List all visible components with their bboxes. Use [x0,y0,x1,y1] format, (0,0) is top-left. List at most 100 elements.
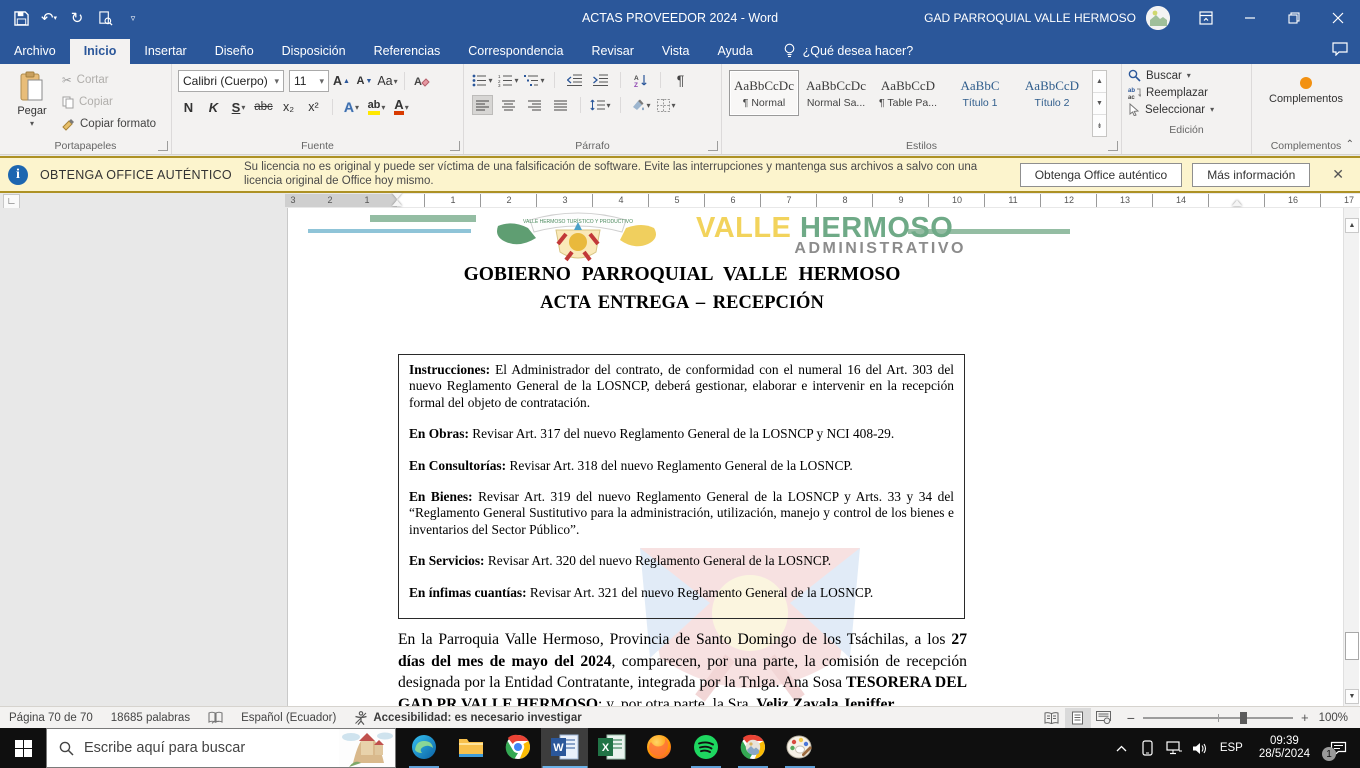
shrink-font-button[interactable]: A ▼ [354,71,375,91]
dismiss-warning-icon[interactable]: ✕ [1324,166,1352,183]
save-icon[interactable] [8,5,34,31]
right-indent-marker[interactable] [1232,200,1242,206]
tab-selector[interactable]: ∟ [3,194,20,209]
styles-gallery-scroll[interactable]: ▲ ▼ ⇟ [1092,70,1107,137]
paste-dropdown-icon[interactable]: ▾ [30,119,34,128]
select-button[interactable]: Seleccionar ▾ [1128,103,1245,116]
page-indicator[interactable]: Página 70 de 70 [0,707,102,728]
volume-icon[interactable] [1188,728,1212,768]
taskbar-app-edge[interactable] [400,728,447,768]
document-heading-1[interactable]: GOBIERNO PARROQUIAL VALLE HERMOSO [398,264,966,286]
shading-button[interactable]: ▾ [630,95,651,115]
tab-archivo[interactable]: Archivo [0,39,70,64]
print-layout-view-icon[interactable] [1064,707,1091,728]
subscript-button[interactable]: x₂ [278,97,299,117]
addins-button[interactable]: Complementos [1256,67,1356,137]
align-left-button[interactable] [472,95,493,115]
taskbar-app-spotify[interactable] [682,728,729,768]
phone-link-icon[interactable] [1136,728,1160,768]
get-office-button[interactable]: Obtenga Office auténtico [1019,162,1183,187]
start-button[interactable] [0,728,46,768]
zoom-slider[interactable] [1142,711,1293,724]
increase-indent-button[interactable] [590,70,611,90]
action-center-icon[interactable]: 1 [1320,728,1356,768]
web-layout-view-icon[interactable] [1091,708,1117,728]
bullets-button[interactable]: ▾ [472,70,493,90]
zoom-level[interactable]: 100% [1319,712,1360,724]
taskbar-app-firefox[interactable] [635,728,682,768]
hanging-indent-marker[interactable] [392,200,402,206]
style-card-3[interactable]: AaBbCcD ¶ Table Pa... [873,70,943,116]
tab-insertar[interactable]: Insertar [130,39,200,64]
taskbar-search-input[interactable]: Escribe aquí para buscar [46,728,396,768]
style-card-1[interactable]: AaBbCcDc ¶ Normal [729,70,799,116]
tray-chevron-icon[interactable] [1110,728,1134,768]
cut-button[interactable]: ✂ Cortar [62,71,156,89]
read-mode-view-icon[interactable] [1039,708,1065,728]
input-language[interactable]: ESP [1214,742,1249,754]
font-dialog-launcher-icon[interactable] [450,141,460,151]
styles-scroll-down-icon[interactable]: ▼ [1093,93,1106,115]
italic-button[interactable]: K [203,97,224,117]
tab-diseño[interactable]: Diseño [201,39,268,64]
account-name[interactable]: GAD PARROQUIAL VALLE HERMOSO [924,11,1136,25]
taskbar-app-word[interactable]: W [541,728,588,768]
style-card-5[interactable]: AaBbCcD Título 2 [1017,70,1087,116]
superscript-button[interactable]: x² [303,97,324,117]
styles-scroll-up-icon[interactable]: ▲ [1093,71,1106,93]
tab-correspondencia[interactable]: Correspondencia [454,39,577,64]
taskbar-app-excel[interactable]: X [588,728,635,768]
scrollbar-thumb[interactable] [1345,632,1359,660]
styles-dialog-launcher-icon[interactable] [1108,141,1118,151]
document-page[interactable]: VALLE HERMOSO TURÍSTICO Y PRODUCTIVO VAL… [288,208,1360,706]
taskbar-app-paint[interactable] [776,728,823,768]
tab-ayuda[interactable]: Ayuda [703,39,766,64]
align-center-button[interactable] [498,95,519,115]
font-size-combo[interactable]: 11 ▾ [289,70,329,92]
copy-button[interactable]: Copiar [62,93,156,111]
grow-font-button[interactable]: A ▲ [331,71,352,91]
replace-button[interactable]: ab ac Reemplazar [1128,86,1245,100]
borders-button[interactable]: ▾ [656,95,677,115]
change-case-button[interactable]: Aa ▾ [377,71,398,91]
decrease-indent-button[interactable] [564,70,585,90]
clipboard-dialog-launcher-icon[interactable] [158,141,168,151]
numbering-button[interactable]: 1 2 3 ▾ [498,70,519,90]
style-card-2[interactable]: AaBbCcDc Normal Sa... [801,70,871,116]
word-count[interactable]: 18685 palabras [102,707,199,728]
network-icon[interactable] [1162,728,1186,768]
bold-button[interactable]: N [178,97,199,117]
underline-button[interactable]: S ▾ [228,97,249,117]
justify-button[interactable] [550,95,571,115]
instructions-box[interactable]: Instrucciones: El Administrador del cont… [398,354,965,620]
collapse-ribbon-icon[interactable]: ⌃ [1346,139,1354,150]
tell-me-search[interactable]: ¿Qué desea hacer? [783,43,913,64]
zoom-in-icon[interactable]: + [1301,710,1309,725]
find-button[interactable]: Buscar ▾ [1128,69,1245,82]
tray-clock[interactable]: 09:39 28/5/2024 [1251,735,1318,761]
vertical-scrollbar[interactable]: ▲ ▼ [1343,208,1359,706]
taskbar-app-chrome[interactable] [494,728,541,768]
format-painter-button[interactable]: Copiar formato [62,115,156,133]
body-paragraph[interactable]: En la Parroquia Valle Hermoso, Provincia… [398,629,967,706]
restore-button[interactable] [1272,0,1316,36]
show-marks-button[interactable]: ¶ [670,70,691,90]
close-button[interactable] [1316,0,1360,36]
scroll-down-icon[interactable]: ▼ [1345,689,1359,704]
tab-inicio[interactable]: Inicio [69,39,131,64]
line-spacing-button[interactable]: ▾ [590,95,611,115]
paste-button[interactable]: Pegar ▾ [4,67,60,137]
minimize-button[interactable] [1228,0,1272,36]
more-info-button[interactable]: Más información [1192,162,1311,187]
zoom-slider-thumb[interactable] [1240,711,1248,724]
highlight-color-button[interactable]: ab ▾ [366,97,387,117]
language-indicator[interactable]: Español (Ecuador) [232,707,345,728]
sort-button[interactable]: AZ [630,70,651,90]
document-heading-2[interactable]: ACTA ENTREGA – RECEPCIÓN [398,293,966,314]
text-effects-button[interactable]: A ▾ [341,97,362,117]
tab-revisar[interactable]: Revisar [577,39,647,64]
font-color-button[interactable]: A ▾ [391,97,412,117]
print-preview-icon[interactable] [92,5,118,31]
taskbar-app-chrome-profile[interactable] [729,728,776,768]
customize-qat-icon[interactable]: ▿ [120,5,146,31]
